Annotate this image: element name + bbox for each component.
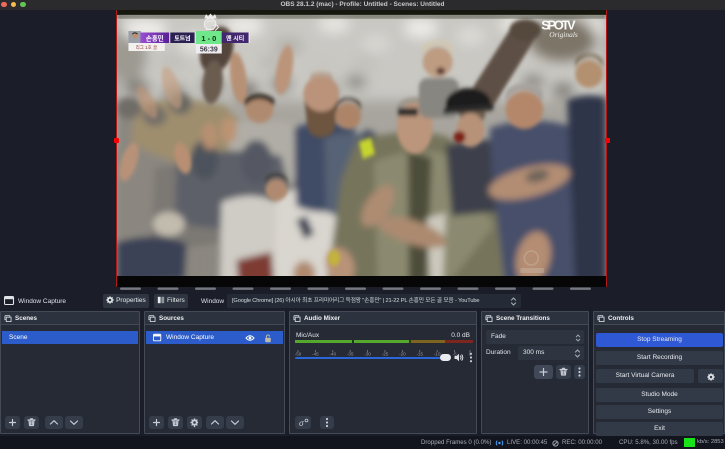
svg-text:-35: -35 (347, 352, 354, 357)
svg-text:1 - 0: 1 - 0 (201, 34, 216, 43)
svg-text:손흥민: 손흥민 (146, 33, 164, 42)
svg-text:-15: -15 (417, 352, 424, 357)
svg-text:-45: -45 (312, 352, 319, 357)
svg-text:-30: -30 (364, 352, 371, 357)
svg-text:-40: -40 (330, 352, 337, 357)
svg-text:-50: -50 (295, 352, 302, 357)
svg-text:리그 1호 골: 리그 1호 골 (136, 44, 157, 51)
svg-text:토트넘: 토트넘 (174, 34, 190, 42)
svg-text:-25: -25 (382, 352, 389, 357)
svg-text:맨 시티: 맨 시티 (226, 34, 244, 42)
svg-text:56:39: 56:39 (200, 46, 218, 53)
svg-text:-20: -20 (399, 352, 406, 357)
svg-text:σ: σ (299, 419, 305, 428)
svg-text:Originals: Originals (549, 30, 578, 39)
